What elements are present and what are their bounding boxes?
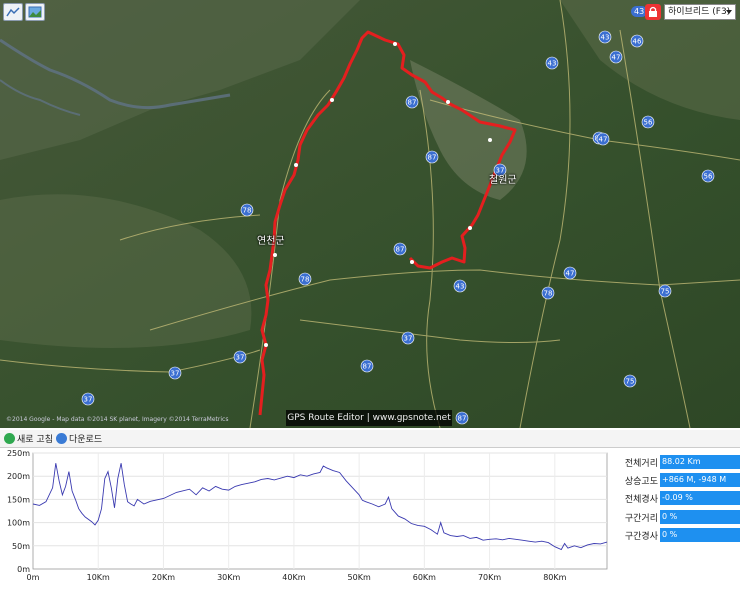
y-tick-label: 100m: [7, 519, 30, 528]
road-number-label: 75: [626, 378, 635, 386]
road-number-label: 37: [404, 335, 413, 343]
road-number-label: 87: [408, 99, 417, 107]
road-number-label: 37: [171, 370, 180, 378]
stat-label: 상승고도: [624, 477, 658, 487]
stat-segment-distance: 구간거리 0 %: [612, 510, 740, 524]
road-number-label: 37: [236, 354, 245, 362]
road-number-label: 47: [599, 136, 608, 144]
stats-panel: 전체거리 88.02 Km 상승고도 +866 M, -948 M 전체경사 -…: [612, 447, 740, 597]
x-tick-label: 40Km: [282, 573, 305, 582]
road-number-label: 78: [544, 290, 553, 298]
map-home-icon: [6, 7, 20, 17]
road-number-label: 78: [301, 276, 310, 284]
road-number-label: 87: [396, 246, 405, 254]
road-number-label: 47: [612, 54, 621, 62]
road-number-label: 43: [456, 283, 465, 291]
x-tick-label: 10Km: [87, 573, 110, 582]
app-credit: GPS Route Editor | www.gpsnote.net: [286, 410, 452, 426]
stat-label: 구간거리: [624, 514, 658, 524]
x-tick-label: 60Km: [413, 573, 436, 582]
place-label: 연천군: [257, 236, 285, 247]
road-number-label: 47: [566, 270, 575, 278]
road-number-label: 78: [243, 207, 252, 215]
road-number-label: 87: [428, 154, 437, 162]
stat-total-distance: 전체거리 88.02 Km: [612, 455, 740, 469]
map-type-value: 하이브리드 (F3): [668, 7, 731, 17]
road-number-label: 75: [661, 288, 670, 296]
stat-total-grade: 전체경사 -0.09 %: [612, 491, 740, 505]
road-number-label: 46: [633, 38, 642, 46]
road-number-label: 37: [84, 396, 93, 404]
x-tick-label: 30Km: [217, 573, 240, 582]
y-tick-label: 150m: [7, 495, 30, 504]
elevation-profile-chart[interactable]: 0m 50m 100m 150m 200m 250m 0m 10Km 20Km 30Km 40Km 5…: [0, 447, 610, 597]
stat-label: 전체경사: [624, 495, 658, 505]
stat-value: 0 %: [660, 510, 740, 524]
x-tick-label: 20Km: [152, 573, 175, 582]
stat-label: 전체거리: [624, 459, 658, 469]
y-tick-label: 50m: [12, 542, 30, 551]
stat-value: +866 M, -948 M: [660, 473, 740, 487]
y-tick-label: 250m: [7, 449, 30, 458]
road-number-label: 56: [704, 173, 713, 181]
download-button[interactable]: 다운로드: [56, 432, 102, 445]
map-layers-button[interactable]: [25, 3, 45, 21]
road-number-label: 56: [644, 119, 653, 127]
x-tick-label: 50Km: [348, 573, 371, 582]
road-number-label: 87: [458, 415, 467, 423]
x-tick-label: 0m: [27, 573, 40, 582]
stat-value: 88.02 Km: [660, 455, 740, 469]
landscape-icon: [28, 6, 42, 18]
x-tick-label: 70Km: [478, 573, 501, 582]
stat-elevation-gain: 상승고도 +866 M, -948 M: [612, 473, 740, 487]
stat-segment-grade: 구간경사 0 %: [612, 528, 740, 542]
download-label: 다운로드: [69, 435, 103, 445]
profile-toolbar: 새로 고침 다운로드: [0, 430, 740, 448]
road-number-label: 43: [548, 60, 557, 68]
map-view[interactable]: 43 46 43 87 47 56 87 87 56 78 78 47 87 43 75 47 78 37 37 37…: [0, 0, 740, 428]
road-number-label: 87: [363, 363, 372, 371]
map-copyright: ©2014 Google - Map data ©2014 SK planet,…: [6, 416, 229, 423]
map-home-button[interactable]: [3, 3, 23, 21]
map-type-select[interactable]: 하이브리드 (F3): [664, 4, 736, 20]
stat-value: 0 %: [660, 528, 740, 542]
refresh-label: 새로 고침: [17, 435, 53, 445]
road-number-label: 43: [601, 34, 610, 42]
refresh-icon: [4, 433, 15, 444]
stat-label: 구간경사: [624, 532, 658, 542]
stat-value: -0.09 %: [660, 491, 740, 505]
place-label: 철원군: [489, 175, 517, 186]
download-icon: [56, 433, 67, 444]
lock-button[interactable]: [645, 4, 661, 20]
chevron-down-icon: [726, 10, 732, 14]
refresh-button[interactable]: 새로 고침: [4, 432, 53, 445]
y-tick-label: 200m: [7, 472, 30, 481]
lock-icon: [649, 6, 657, 17]
x-tick-label: 80Km: [543, 573, 566, 582]
